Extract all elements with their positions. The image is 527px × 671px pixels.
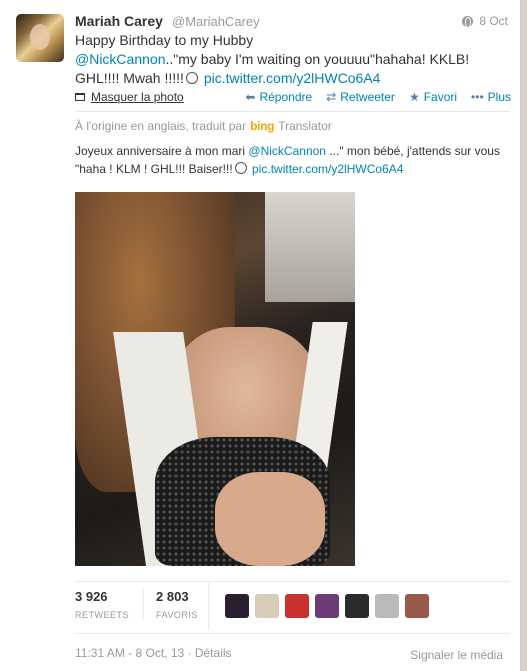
user-name[interactable]: Mariah Carey <box>75 13 163 29</box>
translation-notice: À l'origine en anglais, traduit par bing… <box>75 119 332 133</box>
tweet-photo[interactable] <box>75 192 355 566</box>
photo-window <box>265 192 355 302</box>
avatar-face <box>30 24 50 50</box>
hide-photo-label: Masquer la photo <box>91 90 184 104</box>
tweet-stats: 3 926 RETWEETS 2 803 FAVORIS <box>75 589 212 620</box>
more-label: Plus <box>487 90 511 104</box>
emoji-icon <box>234 162 247 174</box>
favorites-count: 2 803 <box>156 589 189 604</box>
footer-separator: · <box>184 646 195 660</box>
translator-label: Translator <box>278 119 332 133</box>
reply-button[interactable]: ⬅ Répondre <box>245 90 312 104</box>
favoriter-avatar[interactable] <box>225 594 249 618</box>
pic-link[interactable]: pic.twitter.com/y2lHWCo6A4 <box>204 70 381 86</box>
favorite-label: Favori <box>423 90 458 104</box>
bing-logo[interactable]: bing <box>250 119 274 133</box>
star-icon: ★ <box>408 90 420 104</box>
favoriter-avatar[interactable] <box>345 594 369 618</box>
translation-notice-text: À l'origine en anglais, traduit par <box>75 119 247 133</box>
favoriter-avatar[interactable] <box>375 594 399 618</box>
translated-mention-link[interactable]: @NickCannon <box>248 144 326 158</box>
action-group: ⬅ Répondre ⇄ Retweeter ★ Favori ••• Plus <box>231 90 511 104</box>
tweet-actions: Masquer la photo ⬅ Répondre ⇄ Retweeter … <box>75 89 511 105</box>
divider <box>75 111 510 112</box>
translated-pic-link[interactable]: pic.twitter.com/y2lHWCo6A4 <box>252 162 403 176</box>
tweet-footer: 11:31 AM - 8 Oct, 13 · Détails <box>75 646 232 660</box>
tweet-text: Happy Birthday to my Hubby @NickCannon..… <box>75 31 505 88</box>
globe-icon <box>462 15 474 28</box>
hide-photo-button[interactable]: Masquer la photo <box>75 90 184 104</box>
tweet-card: Mariah Carey @MariahCarey 8 Oct Happy Bi… <box>0 0 521 671</box>
favoriters-avatars <box>208 582 429 630</box>
favoriter-avatar[interactable] <box>315 594 339 618</box>
report-media-link[interactable]: Signaler le média <box>410 648 503 662</box>
bing-text: bing <box>250 119 275 133</box>
avatar[interactable] <box>16 14 64 62</box>
favoriter-avatar[interactable] <box>285 594 309 618</box>
retweet-label: Retweeter <box>340 90 395 104</box>
photo-icon <box>75 93 85 101</box>
timestamp[interactable]: 11:31 AM - 8 Oct, 13 <box>75 646 184 660</box>
divider <box>75 633 510 634</box>
more-icon: ••• <box>471 90 484 104</box>
favoriter-avatar[interactable] <box>255 594 279 618</box>
translated-body-start: Joyeux anniversaire à mon mari <box>75 144 249 158</box>
translated-text: Joyeux anniversaire à mon mari @NickCann… <box>75 142 515 178</box>
date-text[interactable]: 8 Oct <box>479 14 508 28</box>
retweets-label: RETWEETS <box>75 610 130 620</box>
mention-link[interactable]: @NickCannon <box>75 51 165 67</box>
reply-label: Répondre <box>259 90 313 104</box>
tweet-date: 8 Oct <box>462 14 508 28</box>
retweets-stat[interactable]: 3 926 RETWEETS <box>75 589 143 620</box>
favoriter-avatar[interactable] <box>405 594 429 618</box>
favorites-label: FAVORIS <box>156 610 198 620</box>
retweets-count: 3 926 <box>75 589 108 604</box>
details-link[interactable]: Détails <box>195 646 232 660</box>
emoji-icon <box>185 72 198 84</box>
more-button[interactable]: ••• Plus <box>471 90 511 104</box>
favorites-stat[interactable]: 2 803 FAVORIS <box>143 589 212 620</box>
reply-icon: ⬅ <box>245 90 256 104</box>
retweet-button[interactable]: ⇄ Retweeter <box>326 90 395 104</box>
user-handle[interactable]: @MariahCarey <box>172 14 260 29</box>
tweet-line-1: Happy Birthday to my Hubby <box>75 32 254 48</box>
retweet-icon: ⇄ <box>326 90 337 104</box>
favorite-button[interactable]: ★ Favori <box>409 90 457 104</box>
photo-hand <box>215 472 325 566</box>
